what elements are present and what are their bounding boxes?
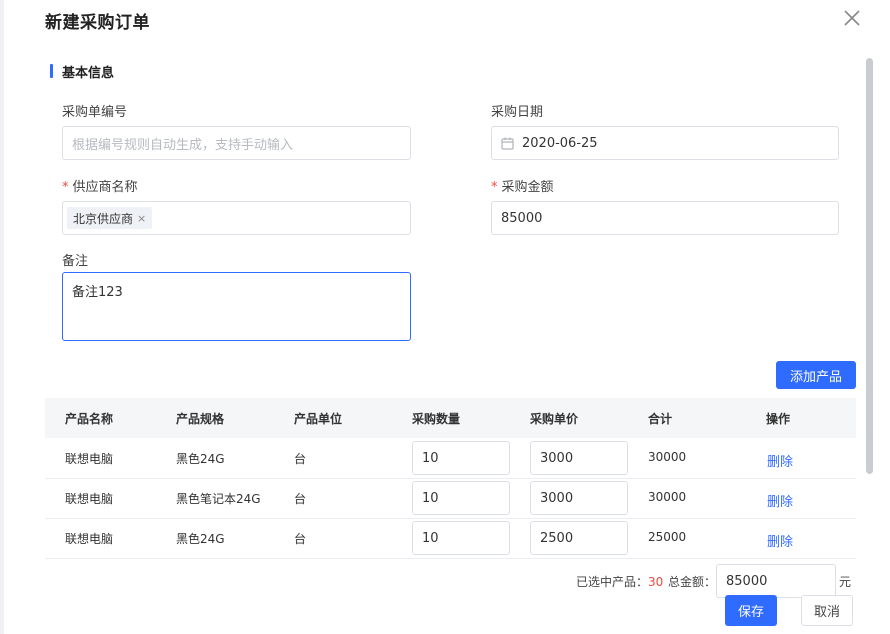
remark-label: 备注 [62, 254, 89, 269]
supplier-label: * 供应商名称 [62, 176, 138, 195]
supplier-tag: 北京供应商 × [67, 207, 153, 229]
save-button[interactable]: 保存 [725, 595, 777, 626]
product-table-header: 产品名称 产品规格 产品单位 采购数量 采购单价 合计 操作 [45, 398, 856, 438]
order-no-label: 采购单编号 [62, 105, 128, 120]
currency-unit: 元 [839, 575, 852, 589]
supplier-tag-label: 北京供应商 [73, 211, 134, 226]
product-name: 联想电脑 [65, 492, 114, 506]
qty-value: 10 [422, 530, 439, 546]
price-value: 2500 [540, 530, 574, 546]
qty-input[interactable]: 10 [412, 441, 510, 475]
new-purchase-order-dialog: 新建采购订单 基本信息 采购单编号 根据编号规则自动生成，支持手动输入 采购日期… [0, 0, 890, 634]
order-no-input[interactable]: 根据编号规则自动生成，支持手动输入 [62, 126, 411, 160]
product-spec: 黑色24G [176, 532, 225, 546]
total-amount-input[interactable]: 85000 [716, 564, 836, 598]
product-name: 联想电脑 [65, 532, 114, 546]
cancel-button[interactable]: 取消 [801, 595, 853, 626]
selected-count: 30 [648, 575, 664, 589]
order-date-input[interactable]: 2020-06-25 [491, 126, 839, 160]
backdrop-edge [0, 0, 4, 634]
table-row: 联想电脑 黑色24G 台 10 2500 25000 删除 [45, 518, 856, 559]
close-icon[interactable] [842, 8, 862, 28]
remark-value: 备注123 [72, 285, 123, 300]
product-unit: 台 [294, 532, 307, 546]
qty-value: 10 [422, 490, 439, 506]
dialog-title: 新建采购订单 [45, 13, 150, 33]
table-row: 联想电脑 黑色笔记本24G 台 10 3000 30000 删除 [45, 478, 856, 519]
column-header-price: 采购单价 [530, 412, 579, 426]
delete-link[interactable]: 删除 [767, 531, 793, 550]
amount-input[interactable]: 85000 [491, 201, 839, 235]
product-spec: 黑色笔记本24G [176, 492, 261, 506]
calendar-icon [501, 137, 514, 150]
amount-label-text: 采购金额 [501, 180, 554, 195]
price-input[interactable]: 2500 [530, 521, 628, 555]
column-header-qty: 采购数量 [412, 412, 461, 426]
column-header-action: 操作 [766, 412, 791, 426]
scrollbar[interactable] [866, 58, 873, 474]
selected-summary: 已选中产品：30 [576, 573, 663, 590]
total-amount-value: 85000 [726, 573, 768, 589]
column-header-name: 产品名称 [65, 412, 114, 426]
remark-textarea[interactable]: 备注123 [62, 272, 411, 341]
qty-value: 10 [422, 450, 439, 466]
amount-label: * 采购金额 [491, 176, 554, 195]
qty-input[interactable]: 10 [412, 521, 510, 555]
product-unit: 台 [294, 452, 307, 466]
column-header-total: 合计 [648, 412, 673, 426]
price-value: 3000 [540, 450, 574, 466]
order-date-value: 2020-06-25 [522, 135, 598, 151]
price-input[interactable]: 3000 [530, 441, 628, 475]
delete-link[interactable]: 删除 [767, 491, 793, 510]
order-no-placeholder: 根据编号规则自动生成，支持手动输入 [72, 137, 294, 153]
table-row: 联想电脑 黑色24G 台 10 3000 30000 删除 [45, 438, 856, 479]
section-accent-bar [50, 64, 53, 78]
add-product-button[interactable]: 添加产品 [776, 361, 856, 389]
row-total: 25000 [648, 530, 687, 544]
required-mark: * [491, 180, 498, 195]
order-date-label: 采购日期 [491, 105, 544, 120]
tag-close-icon[interactable]: × [137, 212, 146, 225]
supplier-select[interactable]: 北京供应商 × [62, 201, 411, 235]
qty-input[interactable]: 10 [412, 481, 510, 515]
product-name: 联想电脑 [65, 452, 114, 466]
row-total: 30000 [648, 450, 687, 464]
amount-value: 85000 [501, 210, 543, 226]
column-header-spec: 产品规格 [176, 412, 225, 426]
delete-link[interactable]: 删除 [767, 451, 793, 470]
product-unit: 台 [294, 492, 307, 506]
total-label: 总金额： [668, 575, 717, 589]
price-input[interactable]: 3000 [530, 481, 628, 515]
product-spec: 黑色24G [176, 452, 225, 466]
column-header-unit: 产品单位 [294, 412, 343, 426]
selected-label: 已选中产品： [576, 575, 649, 589]
section-title: 基本信息 [62, 66, 115, 81]
required-mark: * [62, 180, 69, 195]
row-total: 30000 [648, 490, 687, 504]
price-value: 3000 [540, 490, 574, 506]
supplier-label-text: 供应商名称 [72, 180, 138, 195]
